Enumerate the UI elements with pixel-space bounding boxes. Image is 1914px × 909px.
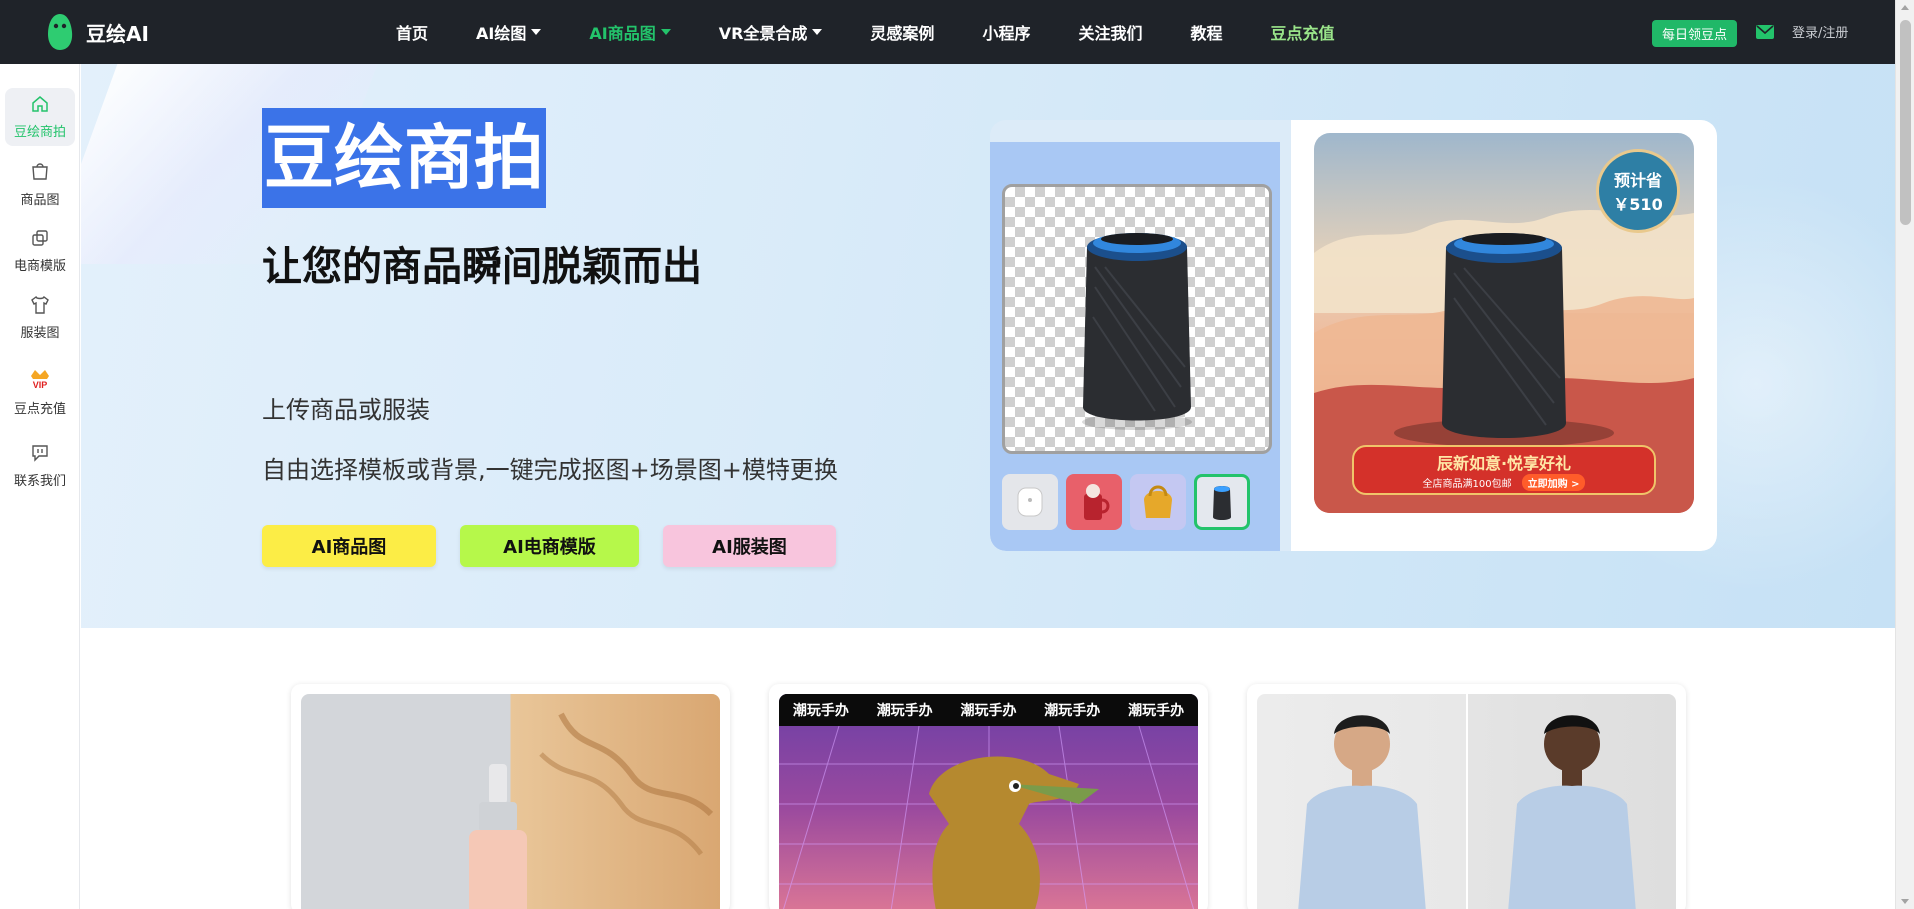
caret-down-icon	[531, 29, 542, 35]
mail-icon[interactable]	[1756, 24, 1774, 43]
caret-down-icon	[812, 29, 823, 35]
logo[interactable]: 豆绘AI	[44, 12, 149, 52]
svg-text:VIP: VIP	[33, 380, 48, 390]
promo-banner: 辰新如意·悦享好礼 全店商品满100包邮 立即加购 >	[1352, 445, 1656, 495]
hero-description-features: 自由选择模板或背景,一键完成抠图+场景图+模特更换	[262, 456, 838, 484]
nav-mini-program-label: 小程序	[982, 24, 1031, 43]
sidebar-item-label: 联系我们	[13, 473, 66, 489]
product-thumbnails	[1002, 474, 1250, 530]
showcase-result-panel: 预计省 ￥510 辰新如意·悦享好礼 全店商品满100包邮 立即加购 >	[1291, 120, 1717, 551]
bag-icon	[31, 161, 49, 185]
promo-banner-subline: 全店商品满100包邮 立即加购 >	[1422, 473, 1586, 491]
sidebar-item-contact-us[interactable]: 联系我们	[5, 437, 75, 495]
copy-icon	[31, 229, 49, 251]
product-showcase: 预计省 ￥510 辰新如意·悦享好礼 全店商品满100包邮 立即加购 >	[990, 120, 1717, 551]
bean-logo-icon	[44, 12, 76, 52]
serum-bottle-image	[301, 694, 720, 909]
savings-badge: 预计省 ￥510	[1596, 149, 1680, 233]
nav-ai-drawing[interactable]: AI绘图	[476, 20, 542, 44]
sidebar-item-label: 豆绘商拍	[13, 124, 66, 140]
ai-ecommerce-template-button[interactable]: AI电商模版	[460, 525, 639, 567]
daily-points-button[interactable]: 每日领豆点	[1652, 20, 1738, 47]
speaker-image	[1082, 233, 1192, 430]
trend-label: 潮玩手办	[960, 703, 1017, 719]
feature-card-clothing-model[interactable]	[1247, 684, 1686, 909]
hero-title: 豆绘商拍	[262, 108, 546, 208]
home-icon	[31, 95, 49, 117]
savings-badge-amount: ￥510	[1613, 195, 1663, 214]
trend-label: 潮玩手办	[876, 703, 933, 719]
scrollbar-thumb[interactable]	[1900, 20, 1911, 225]
shirt-icon	[30, 295, 50, 318]
ai-clothing-image-button[interactable]: AI服装图	[663, 525, 836, 567]
model-swap-image	[1257, 694, 1676, 909]
nav-follow-us-label: 关注我们	[1078, 24, 1143, 43]
sidebar-item-label: 豆点充值	[13, 401, 66, 417]
nav-follow-us[interactable]: 关注我们	[1078, 20, 1142, 44]
nav-vr-panorama-label: VR全景合成	[718, 24, 808, 43]
promo-banner-title: 辰新如意·悦享好礼	[1436, 453, 1572, 473]
thumbnail-earbuds[interactable]	[1002, 474, 1058, 530]
chat-icon	[31, 444, 49, 466]
promo-buy-button: 立即加购 >	[1521, 473, 1586, 491]
showcase-input-panel	[990, 142, 1280, 551]
trend-label: 潮玩手办	[792, 703, 849, 719]
nav-ai-drawing-label: AI绘图	[476, 24, 527, 43]
nav-mini-program[interactable]: 小程序	[982, 20, 1030, 44]
nav-ai-product-image-label: AI商品图	[589, 24, 656, 43]
nav-recharge[interactable]: 豆点充值	[1270, 20, 1334, 44]
ai-product-image-button[interactable]: AI商品图	[262, 525, 436, 567]
sidebar-item-clothing-image[interactable]: 服装图	[5, 289, 75, 347]
nav-inspiration[interactable]: 灵感案例	[870, 20, 934, 44]
app-name: 豆绘AI	[86, 21, 149, 46]
sidebar-item-product-image[interactable]: 商品图	[5, 155, 75, 213]
nav-home[interactable]: 首页	[396, 20, 428, 44]
nav-recharge-label: 豆点充值	[1270, 24, 1335, 43]
left-sidebar: 豆绘商拍 商品图 电商模版 服装图 VIP 豆点充值 联系我们	[0, 64, 80, 909]
nav-tutorial[interactable]: 教程	[1190, 20, 1222, 44]
sidebar-item-label: 服装图	[20, 325, 60, 341]
savings-badge-label: 预计省	[1613, 171, 1662, 190]
login-register-link[interactable]: 登录/注册	[1792, 22, 1848, 41]
trend-label: 潮玩手办	[1044, 703, 1101, 719]
thumbnail-speaker[interactable]	[1194, 474, 1250, 530]
scroll-down-arrow-icon[interactable]	[1901, 899, 1909, 904]
nav-vr-panorama[interactable]: VR全景合成	[719, 20, 823, 44]
nav-home-label: 首页	[396, 24, 429, 43]
promo-banner-shipping: 全店商品满100包邮	[1422, 478, 1512, 490]
page-scrollbar[interactable]	[1895, 0, 1914, 909]
feature-card-trendy-toy[interactable]: 潮玩手办 潮玩手办 潮玩手办 潮玩手办 潮玩手办	[769, 684, 1208, 909]
caret-down-icon	[660, 29, 671, 35]
trend-label-bar: 潮玩手办 潮玩手办 潮玩手办 潮玩手办 潮玩手办	[779, 694, 1198, 726]
top-navbar: 豆绘AI 首页 AI绘图 AI商品图 VR全景合成 灵感案例 小程序 关注我们 …	[0, 0, 1895, 64]
sidebar-item-label: 商品图	[20, 192, 60, 208]
transparent-cutout-preview	[1002, 184, 1272, 454]
nav-inspiration-label: 灵感案例	[870, 24, 935, 43]
feature-card-product[interactable]	[291, 684, 730, 909]
hero-description-upload: 上传商品或服装	[262, 396, 430, 424]
thumbnail-red-cup[interactable]	[1066, 474, 1122, 530]
trendy-toy-image: 潮玩手办 潮玩手办 潮玩手办 潮玩手办 潮玩手办	[779, 694, 1198, 909]
hero-section: 豆绘商拍 让您的商品瞬间脱颖而出 上传商品或服装 自由选择模板或背景,一键完成抠…	[81, 64, 1895, 628]
nav-tutorial-label: 教程	[1190, 24, 1223, 43]
main-nav: 首页 AI绘图 AI商品图 VR全景合成 灵感案例 小程序 关注我们 教程 豆点…	[396, 0, 1383, 64]
vip-crown-icon: VIP	[28, 366, 52, 394]
sidebar-item-doujui-shoot[interactable]: 豆绘商拍	[5, 88, 75, 146]
nav-ai-product-image[interactable]: AI商品图	[589, 20, 671, 44]
thumbnail-yellow-bag[interactable]	[1130, 474, 1186, 530]
hero-subtitle: 让您的商品瞬间脱颖而出	[262, 244, 702, 290]
sidebar-item-recharge[interactable]: VIP 豆点充值	[5, 362, 75, 420]
scroll-up-arrow-icon[interactable]	[1901, 5, 1909, 10]
sidebar-item-label: 电商模版	[13, 258, 66, 274]
sidebar-item-ecommerce-template[interactable]: 电商模版	[5, 222, 75, 280]
trend-label: 潮玩手办	[1128, 703, 1185, 719]
generated-scene-poster: 预计省 ￥510 辰新如意·悦享好礼 全店商品满100包邮 立即加购 >	[1314, 133, 1694, 513]
